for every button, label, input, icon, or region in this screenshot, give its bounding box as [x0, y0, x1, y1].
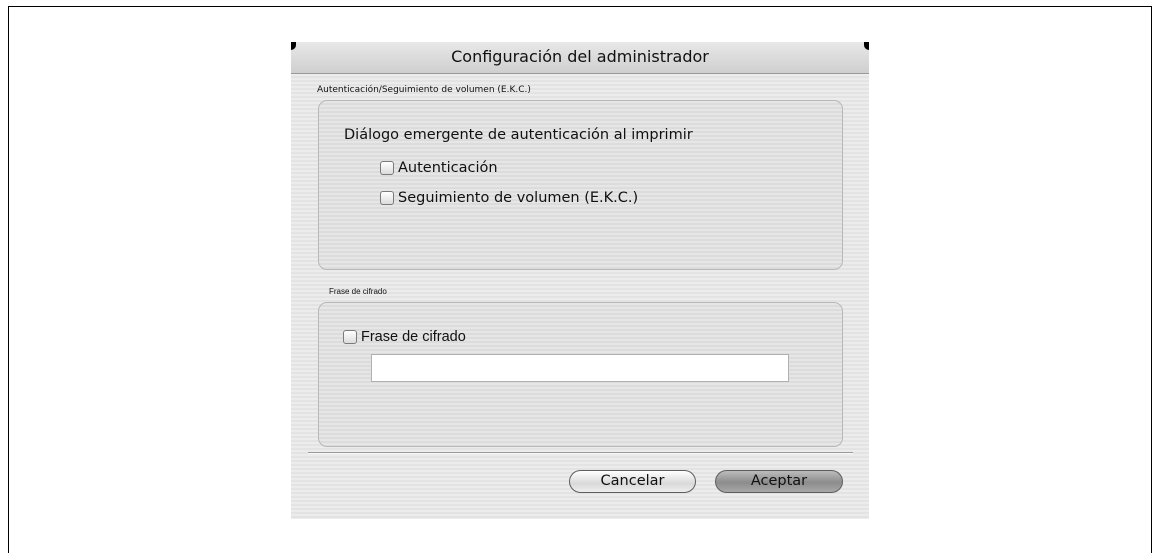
- button-separator: [308, 452, 853, 454]
- cancel-button[interactable]: Cancelar: [569, 470, 696, 493]
- auth-popup-heading: Diálogo emergente de autenticación al im…: [344, 127, 693, 143]
- admin-settings-dialog: Configuración del administrador Autentic…: [291, 42, 869, 519]
- authentication-checkbox-row[interactable]: Autenticación: [380, 158, 498, 178]
- passphrase-checkbox[interactable]: [343, 330, 357, 344]
- dialog-title: Configuración del administrador: [451, 47, 709, 66]
- volume-tracking-checkbox-row[interactable]: Seguimiento de volumen (E.K.C.): [380, 188, 638, 208]
- volume-tracking-checkbox[interactable]: [380, 191, 394, 205]
- passphrase-checkbox-row[interactable]: Frase de cifrado: [343, 327, 466, 347]
- passphrase-checkbox-label: Frase de cifrado: [361, 329, 466, 345]
- authentication-checkbox-label: Autenticación: [398, 160, 498, 176]
- passphrase-input[interactable]: [371, 354, 789, 382]
- volume-tracking-checkbox-label: Seguimiento de volumen (E.K.C.): [398, 190, 639, 206]
- auth-group-box: [318, 100, 843, 270]
- authentication-checkbox[interactable]: [380, 161, 394, 175]
- auth-group-label: Autenticación/Seguimiento de volumen (E.…: [317, 85, 531, 95]
- passphrase-group-label: Frase de cifrado: [329, 287, 387, 296]
- accept-button[interactable]: Aceptar: [715, 470, 843, 493]
- dialog-titlebar: Configuración del administrador: [291, 42, 869, 74]
